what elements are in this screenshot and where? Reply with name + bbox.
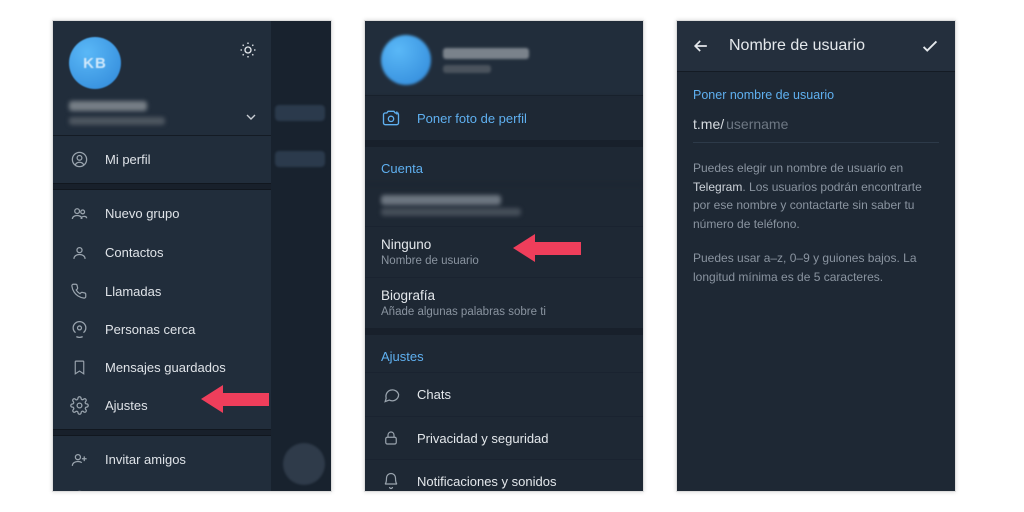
- chevron-down-icon[interactable]: [243, 109, 259, 125]
- url-prefix: t.me/: [693, 116, 724, 132]
- description-primary: Puedes elegir un nombre de usuario en Te…: [693, 159, 939, 233]
- menu-item-new-group[interactable]: Nuevo grupo: [53, 194, 271, 233]
- settings-row-privacy[interactable]: Privacidad y seguridad: [365, 416, 643, 459]
- description-secondary: Puedes usar a–z, 0–9 y guiones bajos. La…: [693, 249, 939, 286]
- username-edit-panel: Nombre de usuario Poner nombre de usuari…: [676, 20, 956, 492]
- pointer-arrow: [201, 385, 269, 413]
- avatar[interactable]: [381, 35, 431, 85]
- page-title: Nombre de usuario: [729, 37, 901, 55]
- set-profile-photo[interactable]: Poner foto de perfil: [365, 95, 643, 140]
- row-label: Chats: [417, 387, 451, 402]
- phone-row-blurred[interactable]: [365, 184, 643, 226]
- avatar[interactable]: KB: [69, 37, 121, 89]
- settings-panel: Poner foto de perfil Cuenta Ninguno Nomb…: [364, 20, 644, 492]
- menu-label: Mi perfil: [105, 152, 151, 167]
- navigation-drawer: KB Mi perfil: [53, 21, 271, 491]
- row-label: Notificaciones y sonidos: [417, 474, 556, 489]
- menu-label: Ajustes: [105, 398, 148, 413]
- username-value: Ninguno: [381, 237, 627, 252]
- chat-list-background: [269, 21, 331, 491]
- account-phone-blurred: [69, 117, 165, 125]
- gear-icon: [69, 396, 89, 415]
- profile-header-blurred: [365, 21, 643, 95]
- menu-item-invite[interactable]: Invitar amigos: [53, 440, 271, 479]
- settings-row-notifications[interactable]: Notificaciones y sonidos: [365, 459, 643, 492]
- account-name-blurred: [69, 101, 147, 111]
- section-header-settings: Ajustes: [365, 328, 643, 372]
- phone-icon: [69, 282, 89, 300]
- menu-label: Nuevo grupo: [105, 206, 179, 221]
- compose-fab[interactable]: [283, 443, 325, 485]
- theme-toggle-icon[interactable]: [239, 41, 257, 59]
- chat-bubble-icon: [381, 385, 401, 404]
- field-label: Poner nombre de usuario: [693, 88, 939, 102]
- contact-icon: [69, 243, 89, 262]
- pointer-arrow: [513, 234, 581, 262]
- help-icon: [69, 489, 89, 492]
- section-header-account: Cuenta: [365, 140, 643, 184]
- menu-label: Mensajes guardados: [105, 360, 226, 375]
- lock-icon: [381, 429, 401, 447]
- bio-sublabel: Añade algunas palabras sobre ti: [381, 306, 627, 318]
- set-photo-label: Poner foto de perfil: [417, 111, 527, 126]
- menu-item-profile[interactable]: Mi perfil: [53, 140, 271, 179]
- settings-row-chats[interactable]: Chats: [365, 372, 643, 416]
- menu-label: Personas cerca: [105, 322, 195, 337]
- camera-add-icon: [381, 108, 401, 128]
- username-row[interactable]: Ninguno Nombre de usuario: [365, 226, 643, 277]
- menu-item-nearby[interactable]: Personas cerca: [53, 310, 271, 349]
- group-icon: [69, 204, 89, 223]
- username-sublabel: Nombre de usuario: [381, 255, 627, 267]
- user-circle-icon: [69, 150, 89, 169]
- input-placeholder: username: [726, 116, 788, 132]
- app-bar: Nombre de usuario: [677, 21, 955, 72]
- add-user-icon: [69, 450, 89, 469]
- drawer-panel: KB Mi perfil: [52, 20, 332, 492]
- drawer-header: KB: [53, 21, 271, 135]
- menu-item-saved[interactable]: Mensajes guardados: [53, 349, 271, 386]
- nearby-icon: [69, 320, 89, 339]
- menu-item-help[interactable]: Aprende sobre Telegram: [53, 479, 271, 492]
- menu-label: Aprende sobre Telegram: [105, 491, 247, 492]
- bookmark-icon: [69, 359, 89, 376]
- bio-title: Biografía: [381, 288, 627, 303]
- menu-label: Contactos: [105, 245, 164, 260]
- menu-item-calls[interactable]: Llamadas: [53, 272, 271, 310]
- row-label: Privacidad y seguridad: [417, 431, 549, 446]
- bio-row[interactable]: Biografía Añade algunas palabras sobre t…: [365, 277, 643, 328]
- menu-label: Llamadas: [105, 284, 161, 299]
- bell-icon: [381, 472, 401, 490]
- menu-label: Invitar amigos: [105, 452, 186, 467]
- menu-item-contacts[interactable]: Contactos: [53, 233, 271, 272]
- username-input[interactable]: t.me/ username: [693, 116, 939, 143]
- back-arrow-icon[interactable]: [691, 36, 711, 56]
- confirm-check-icon[interactable]: [919, 35, 941, 57]
